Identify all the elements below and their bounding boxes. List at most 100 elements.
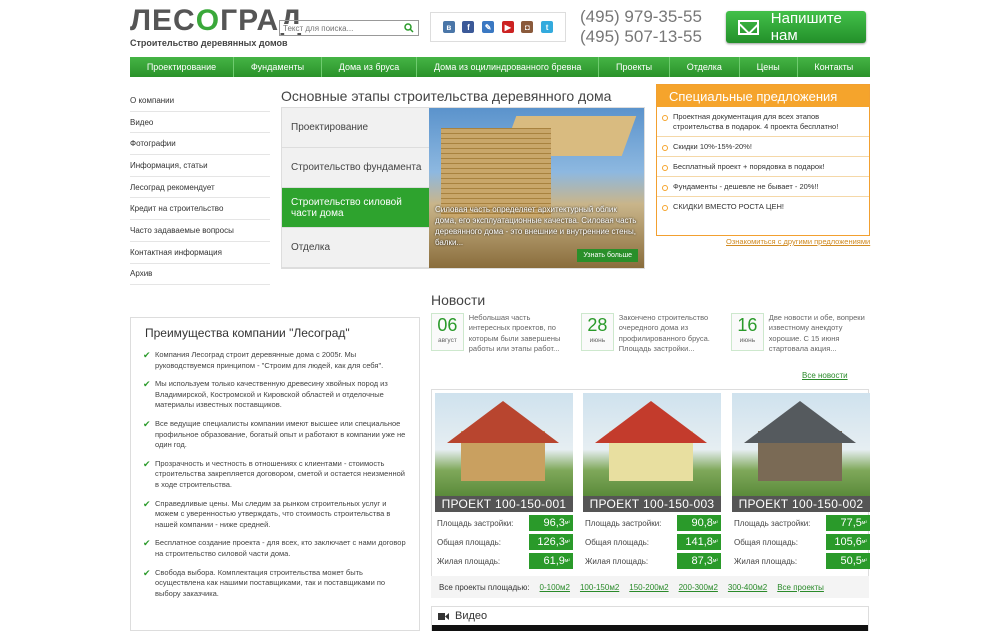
- area-link-300-400[interactable]: 300-400м2: [728, 583, 767, 592]
- news-date: 06 август: [431, 313, 464, 351]
- project-stat-value: 90,8 м²: [677, 515, 721, 531]
- stage-description: Силовая часть определяет архитектурный о…: [435, 205, 637, 247]
- search-icon[interactable]: [404, 23, 414, 33]
- sidebar-item-articles[interactable]: Информация, статьи: [130, 155, 270, 177]
- area-link-200-300[interactable]: 200-300м2: [679, 583, 718, 592]
- project-name[interactable]: ПРОЕКТ 100-150-001: [435, 496, 573, 512]
- news-item[interactable]: 28 июнь Закончено строительство очередног…: [581, 313, 721, 365]
- write-us-button[interactable]: Напишите нам: [726, 10, 866, 44]
- area-filter: Все проекты площадью: 0-100м2 100-150м2 …: [431, 576, 869, 598]
- menu-item-timber-houses[interactable]: Дома из бруса: [322, 57, 418, 77]
- page: ЛЕСОГРАД Строительство деревянных домов …: [0, 0, 1000, 631]
- menu-item-finishing[interactable]: Отделка: [670, 57, 740, 77]
- twitter-icon[interactable]: t: [541, 21, 554, 33]
- project-card[interactable]: ПРОЕКТ 100-150-002 Площадь застройки: 77,5…: [732, 393, 870, 569]
- special-offer[interactable]: СКИДКИ ВМЕСТО РОСТА ЦЕН!: [657, 197, 869, 216]
- news-day: 28: [587, 315, 608, 335]
- envelope-icon: [738, 19, 759, 35]
- stages-title: Основные этапы строительства деревянного…: [281, 88, 612, 104]
- advantage-item: Справедливые цены. Мы следим за рынком с…: [141, 499, 409, 531]
- search-input[interactable]: [280, 23, 404, 33]
- sidebar-item-archive[interactable]: Архив: [130, 264, 270, 286]
- other-offers-link[interactable]: Ознакомиться с другими предложениями: [726, 237, 870, 246]
- project-stat-unit: м²: [564, 539, 570, 545]
- news-month: август: [437, 337, 457, 344]
- all-news-link[interactable]: Все новости: [802, 371, 848, 380]
- special-offer[interactable]: Фундаменты - дешевле не бывает - 20%!!: [657, 177, 869, 197]
- video-player[interactable]: [432, 625, 868, 631]
- menu-item-log-houses[interactable]: Дома из оцилиндрованного бревна: [417, 57, 600, 77]
- logo-title: ЛЕСОГРАД: [130, 4, 303, 37]
- stage-tab-design[interactable]: Проектирование: [282, 108, 429, 148]
- project-card[interactable]: ПРОЕКТ 100-150-003 Площадь застройки: 90,8…: [583, 393, 721, 569]
- projects-panel: ПРОЕКТ 100-150-001 Площадь застройки: 96,3…: [431, 389, 870, 597]
- project-image[interactable]: [583, 393, 721, 496]
- special-offer[interactable]: Скидки 10%-15%-20%!: [657, 137, 869, 157]
- logo[interactable]: ЛЕСОГРАД Строительство деревянных домов: [130, 4, 303, 49]
- project-stat-unit: м²: [712, 539, 718, 545]
- project-stat-value: 50,5 м²: [826, 553, 870, 569]
- project-stat-unit: м²: [861, 558, 867, 564]
- special-offer[interactable]: Бесплатный проект + порядовка в подарок!: [657, 157, 869, 177]
- sidebar-item-recommends[interactable]: Лесоград рекомендует: [130, 177, 270, 199]
- special-offers-title: Специальные предложения: [657, 85, 869, 107]
- project-stat-label: Жилая площадь:: [734, 556, 798, 566]
- menu-item-contacts[interactable]: Контакты: [798, 57, 871, 77]
- livejournal-icon[interactable]: ✎: [482, 21, 495, 33]
- project-stat-row: Жилая площадь: 61,9 м²: [435, 553, 573, 569]
- stage-tab-frame[interactable]: Строительство силовой части дома: [282, 188, 437, 228]
- project-card[interactable]: ПРОЕКТ 100-150-001 Площадь застройки: 96,3…: [435, 393, 573, 569]
- project-name[interactable]: ПРОЕКТ 100-150-002: [732, 496, 870, 512]
- news-date: 28 июнь: [581, 313, 614, 351]
- vk-icon[interactable]: в: [442, 21, 455, 33]
- house-roof: [744, 401, 856, 443]
- advantage-item: Компания Лесоград строит деревянные дома…: [141, 350, 409, 371]
- menu-item-projects[interactable]: Проекты: [599, 57, 670, 77]
- menu-item-design[interactable]: Проектирование: [130, 57, 235, 77]
- project-stat-row: Общая площадь: 126,3 м²: [435, 534, 573, 550]
- stage-tab-foundation[interactable]: Строительство фундамента: [282, 148, 429, 188]
- sidebar-item-about[interactable]: О компании: [130, 90, 270, 112]
- house-roof: [595, 401, 707, 443]
- project-stat-value: 77,5 м²: [826, 515, 870, 531]
- search-box: [279, 20, 419, 36]
- area-link-0-100[interactable]: 0-100м2: [540, 583, 570, 592]
- news-item[interactable]: 16 июнь Две новости и обе, вопреки извест…: [731, 313, 871, 365]
- project-stat-label: Общая площадь:: [437, 537, 502, 547]
- phones: (495) 979-35-55 (495) 507-13-55: [580, 7, 702, 47]
- project-stat-unit: м²: [861, 520, 867, 526]
- youtube-icon[interactable]: ▶: [501, 21, 514, 33]
- news-text: Закончено строительство очередного дома …: [618, 313, 710, 354]
- menu-item-foundations[interactable]: Фундаменты: [234, 57, 322, 77]
- special-offer[interactable]: Проектная документация для всех этапов с…: [657, 107, 869, 137]
- project-stat-unit: м²: [564, 558, 570, 564]
- news-item[interactable]: 06 август Небольшая часть интересных прое…: [431, 313, 571, 365]
- sidebar-item-photos[interactable]: Фотографии: [130, 133, 270, 156]
- main-menu: Проектирование Фундаменты Дома из бруса …: [130, 57, 870, 77]
- area-link-150-200[interactable]: 150-200м2: [629, 583, 668, 592]
- stage-tab-finishing[interactable]: Отделка: [282, 228, 429, 268]
- project-stat-row: Площадь застройки: 90,8 м²: [583, 515, 721, 531]
- area-filter-label: Все проекты площадью:: [439, 582, 530, 592]
- facebook-icon[interactable]: f: [462, 21, 475, 33]
- project-image[interactable]: [732, 393, 870, 496]
- learn-more-button[interactable]: Узнать больше: [577, 249, 638, 262]
- sidebar-item-video[interactable]: Видео: [130, 112, 270, 134]
- menu-item-prices[interactable]: Цены: [740, 57, 798, 77]
- project-stat-unit: м²: [564, 520, 570, 526]
- project-name[interactable]: ПРОЕКТ 100-150-003: [583, 496, 721, 512]
- project-stat-number: 105,6: [834, 536, 862, 548]
- instagram-icon[interactable]: ◘: [521, 21, 534, 33]
- sidebar-item-contacts[interactable]: Контактная информация: [130, 242, 270, 264]
- advantage-item: Все ведущие специалисты компании имеют в…: [141, 419, 409, 451]
- sidebar-item-credit[interactable]: Кредит на строительство: [130, 198, 270, 221]
- stage-list: Проектирование Строительство фундамента …: [282, 108, 437, 268]
- project-stat-unit: м²: [712, 558, 718, 564]
- project-stat-row: Площадь застройки: 96,3 м²: [435, 515, 573, 531]
- social-links: в f ✎ ▶ ◘ t: [430, 12, 566, 42]
- project-image[interactable]: [435, 393, 573, 496]
- all-projects-link[interactable]: Все проекты: [777, 583, 824, 592]
- advantage-item: Прозрачность и честность в отношениях с …: [141, 459, 409, 491]
- area-link-100-150[interactable]: 100-150м2: [580, 583, 619, 592]
- sidebar-item-faq[interactable]: Часто задаваемые вопросы: [130, 220, 270, 242]
